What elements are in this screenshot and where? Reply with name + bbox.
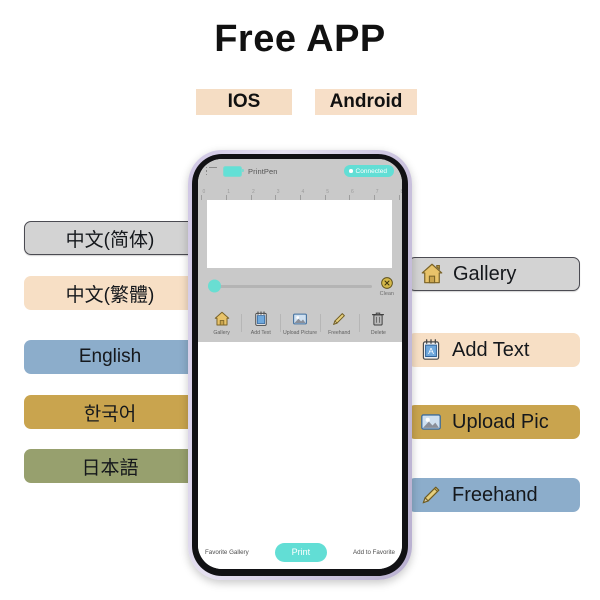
toolbar-item-label: Delete <box>370 330 386 336</box>
feature-chip-freehand[interactable]: Freehand <box>408 478 580 512</box>
toolbar-item-gallery[interactable]: Gallery <box>202 310 241 336</box>
print-button[interactable]: Print <box>274 542 328 562</box>
language-chip-label: 中文(简体) <box>65 229 155 251</box>
circle-x-icon <box>380 276 394 290</box>
ruler-tick-label: 4 <box>301 189 305 195</box>
phone-bezel: PrintPen Connected 0 1 2 3 4 5 6 7 8 Clean Galle… <box>192 154 408 576</box>
language-chip-label: English <box>78 346 142 367</box>
platform-label-ios-text: IOS <box>227 91 261 112</box>
ruler-tick-label: 8 <box>400 189 402 195</box>
ruler-tick <box>250 195 252 200</box>
toolbar-item-freehand[interactable]: Freehand <box>319 310 359 336</box>
app-toolbar: Gallery Add Text Upload Picture Freehand… <box>198 304 402 342</box>
app-name-label: PrintPen <box>248 166 278 176</box>
platform-label-android: Android <box>315 89 417 115</box>
language-chip-korean[interactable]: 한국어 <box>24 395 196 429</box>
notepad-icon <box>252 310 270 328</box>
platform-label-android-text: Android <box>329 91 403 112</box>
pencil-icon <box>330 310 348 328</box>
house-icon <box>419 261 445 287</box>
status-badge-label: Connected <box>355 167 387 175</box>
ruler-tick <box>349 195 351 200</box>
toolbar-item-upload-picture[interactable]: Upload Picture <box>280 310 319 336</box>
image-icon <box>418 409 444 435</box>
slider-thumb[interactable] <box>208 279 221 293</box>
feature-chip-label: Freehand <box>452 483 538 506</box>
work-area[interactable] <box>198 342 402 535</box>
ruler-tick-label: 1 <box>227 189 231 195</box>
list-menu-icon[interactable] <box>206 166 217 176</box>
feature-chip-label: Add Text <box>452 338 530 361</box>
feature-chip-label: Gallery <box>453 262 517 285</box>
language-chip-label: 한국어 <box>83 403 137 425</box>
slider-row: Clean <box>198 268 402 304</box>
app-header-bar: PrintPen Connected <box>198 159 402 183</box>
ruler-tick <box>374 195 376 200</box>
battery-icon <box>223 165 244 177</box>
toolbar-item-label: Freehand <box>328 330 351 336</box>
ruler-tick <box>201 195 203 200</box>
svg-text:A: A <box>428 346 434 356</box>
ruler-tick-label: 7 <box>375 189 379 195</box>
trash-icon <box>369 310 387 328</box>
ruler: 0 1 2 3 4 5 6 7 8 <box>198 183 402 200</box>
ruler-tick <box>398 195 400 200</box>
feature-chip-label: Upload Pic <box>452 410 549 433</box>
clean-label: Clean <box>379 290 394 297</box>
house-icon <box>213 310 231 328</box>
feature-chip-gallery[interactable]: Gallery <box>408 257 580 291</box>
bottom-action-bar: Favorite Gallery Print Add to Favorite <box>198 535 402 569</box>
favorite-gallery-link[interactable]: Favorite Gallery <box>205 549 249 556</box>
ruler-tick <box>225 195 227 200</box>
canvas-surface[interactable] <box>207 200 392 268</box>
ruler-tick-label: 2 <box>252 189 255 195</box>
image-icon <box>291 310 309 328</box>
page-title: Free APP <box>214 18 386 60</box>
ruler-tick-label: 3 <box>276 189 280 195</box>
feature-chip-upload-pic[interactable]: Upload Pic <box>408 405 580 439</box>
toolbar-item-add-text[interactable]: Add Text <box>241 310 280 336</box>
toolbar-item-label: Gallery <box>213 330 230 336</box>
canvas-area[interactable] <box>198 200 402 268</box>
pencil-icon <box>418 482 444 508</box>
language-chip-chinese-simplified[interactable]: 中文(简体) <box>24 221 196 255</box>
ruler-tick-label: 6 <box>350 189 354 195</box>
toolbar-item-delete[interactable]: Delete <box>358 310 398 336</box>
slider-track <box>208 284 372 288</box>
language-chip-chinese-traditional[interactable]: 中文(繁體) <box>24 276 196 310</box>
ruler-tick <box>300 195 301 200</box>
ruler-tick-label: 5 <box>326 189 330 195</box>
language-chip-label: 中文(繁體) <box>65 284 155 306</box>
feature-chip-add-text[interactable]: A Add Text <box>408 333 580 367</box>
language-chip-label: 日本語 <box>81 457 139 479</box>
ruler-tick-label: 0 <box>202 189 206 195</box>
language-chip-english[interactable]: English <box>24 340 196 374</box>
toolbar-item-label: Add Text <box>250 330 271 336</box>
phone-mockup: PrintPen Connected 0 1 2 3 4 5 6 7 8 Clean Galle… <box>188 150 412 580</box>
poster-canvas: Free APP IOS Android 中文(简体) 中文(繁體) Engli… <box>0 0 600 600</box>
platform-label-ios: IOS <box>196 89 292 115</box>
status-dot-icon <box>349 169 353 173</box>
clean-button[interactable]: Clean <box>380 276 394 297</box>
add-to-favorite-link[interactable]: Add to Favorite <box>353 549 395 556</box>
ruler-tick <box>275 195 277 200</box>
toolbar-item-label: Upload Picture <box>282 330 318 336</box>
phone-screen: PrintPen Connected 0 1 2 3 4 5 6 7 8 Clean Galle… <box>198 159 402 569</box>
status-badge-connected[interactable]: Connected <box>344 165 394 177</box>
language-chip-japanese[interactable]: 日本語 <box>24 449 196 483</box>
density-slider[interactable] <box>208 277 372 295</box>
notepad-icon: A <box>418 337 444 363</box>
ruler-tick <box>324 195 326 200</box>
